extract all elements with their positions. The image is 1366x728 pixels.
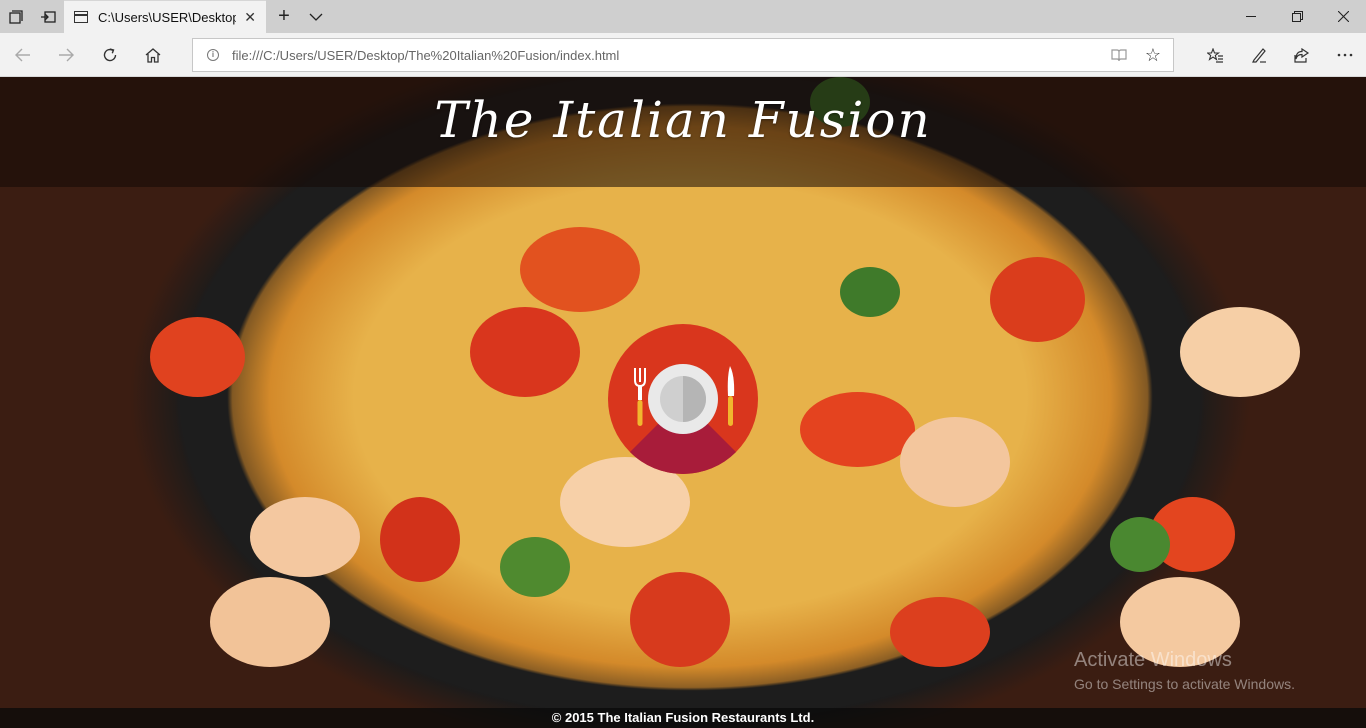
restaurant-plate-logo-icon <box>608 324 758 474</box>
activate-windows-watermark: Activate Windows Go to Settings to activ… <box>1074 649 1295 692</box>
active-tab[interactable]: C:\Users\USER\Desktop ✕ <box>64 0 266 33</box>
restore-icon[interactable] <box>1274 0 1320 33</box>
close-tab-icon[interactable]: ✕ <box>244 9 256 26</box>
watermark-title: Activate Windows <box>1074 649 1232 671</box>
new-tab-icon[interactable]: + <box>268 0 300 33</box>
site-title: The Italian Fusion <box>434 91 932 149</box>
share-icon[interactable] <box>1280 40 1323 70</box>
page-footer: © 2015 The Italian Fusion Restaurants Lt… <box>0 708 1366 728</box>
reading-view-icon[interactable] <box>1111 48 1127 66</box>
close-window-icon[interactable] <box>1320 0 1366 33</box>
tab-preview-icon[interactable] <box>0 0 32 33</box>
navigation-bar: i file:///C:/Users/USER/Desktop/The%20It… <box>0 33 1366 77</box>
web-page: The Italian Fusion Activate Windows Go t… <box>0 77 1366 728</box>
fork-icon <box>634 368 646 426</box>
favorite-star-icon[interactable]: ☆ <box>1145 45 1161 66</box>
favorites-hub-icon[interactable] <box>1194 40 1237 70</box>
more-options-icon[interactable] <box>1323 40 1366 70</box>
tab-list-chevron-down-icon[interactable] <box>300 0 332 33</box>
watermark-subtitle: Go to Settings to activate Windows. <box>1074 676 1295 692</box>
back-arrow-icon[interactable] <box>8 40 38 70</box>
address-bar[interactable]: i file:///C:/Users/USER/Desktop/The%20It… <box>192 38 1174 72</box>
site-info-icon[interactable]: i <box>207 49 219 61</box>
address-url[interactable]: file:///C:/Users/USER/Desktop/The%20Ital… <box>232 48 619 63</box>
tab-strip: C:\Users\USER\Desktop ✕ + <box>0 0 1366 33</box>
forward-arrow-icon[interactable] <box>51 40 81 70</box>
page-icon <box>74 11 88 23</box>
set-tabs-aside-icon[interactable] <box>32 0 64 33</box>
home-icon[interactable] <box>138 40 168 70</box>
knife-icon <box>727 366 735 426</box>
minimize-icon[interactable] <box>1228 0 1274 33</box>
refresh-icon[interactable] <box>95 40 125 70</box>
tab-title: C:\Users\USER\Desktop <box>98 10 236 25</box>
web-note-pen-icon[interactable] <box>1237 40 1280 70</box>
